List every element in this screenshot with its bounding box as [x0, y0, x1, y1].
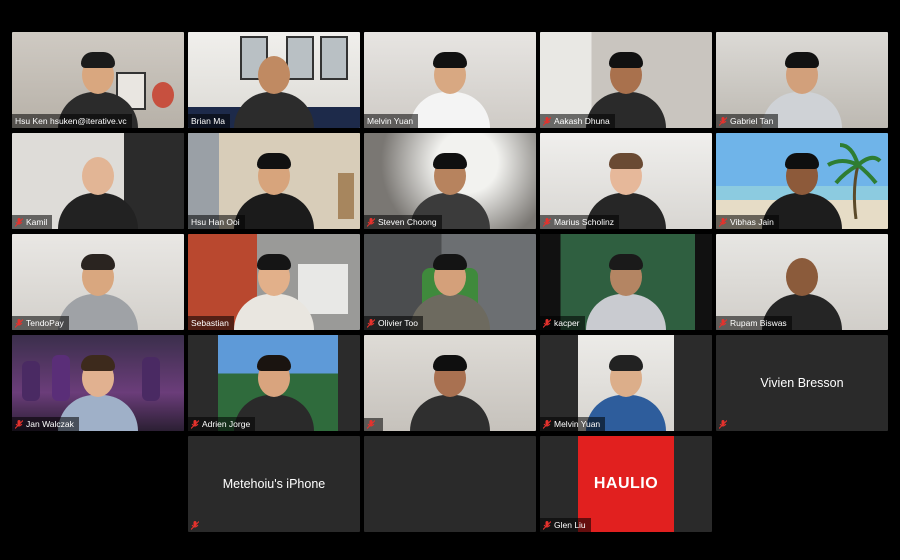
participant-name-label — [364, 418, 383, 431]
participant-tile[interactable]: Jan Walczak — [12, 335, 184, 431]
participant-tile[interactable]: Adrien Jorge — [188, 335, 360, 431]
participant-tile[interactable]: TendoPay — [12, 234, 184, 330]
mic-muted-icon — [15, 419, 23, 429]
participant-tile[interactable]: HAULIO Glen Liu — [540, 436, 712, 532]
mic-muted-icon — [543, 318, 551, 328]
participant-tile[interactable]: Melvin Yuan — [540, 335, 712, 431]
participant-name-label: Marius Scholinz — [540, 215, 619, 229]
mic-muted-icon — [15, 318, 23, 328]
participant-tile-video-off[interactable]: Metehoiu's iPhone — [188, 436, 360, 532]
mic-muted-icon — [191, 419, 199, 429]
participant-name-label: Aakash Dhuna — [540, 114, 615, 128]
participant-tile-video-off[interactable]: Vivien Bresson — [716, 335, 888, 431]
participant-name-label: Rupam Biswas — [716, 316, 792, 330]
participant-tile-active-speaker[interactable]: Hsu Han Ooi — [188, 133, 360, 229]
participant-tile[interactable]: kacper — [540, 234, 712, 330]
mic-muted-icon — [719, 420, 727, 429]
participant-tile[interactable]: Kamil — [12, 133, 184, 229]
participant-tile-video-off[interactable] — [364, 436, 536, 532]
participant-tile[interactable]: Gabriel Tan — [716, 32, 888, 128]
video-gallery-grid: Hsu Ken hsuken@iterative.vc Brian Ma Mel… — [0, 0, 900, 560]
participant-name-label: kacper — [540, 316, 585, 330]
mic-muted-icon — [367, 217, 375, 227]
participant-name-label: TendoPay — [12, 316, 69, 330]
participant-tile[interactable] — [364, 335, 536, 431]
participant-tile[interactable]: Melvin Yuan — [364, 32, 536, 128]
participant-name-label: Hsu Ken hsuken@iterative.vc — [12, 114, 132, 128]
participant-status-bar — [188, 519, 204, 532]
mic-muted-icon — [543, 217, 551, 227]
participant-name-label: Vibhas Jain — [716, 215, 779, 229]
participant-name-center: Vivien Bresson — [760, 376, 844, 390]
participant-tile[interactable]: Vibhas Jain — [716, 133, 888, 229]
mic-muted-icon — [543, 520, 551, 530]
participant-name-label: Kamil — [12, 215, 53, 229]
mic-muted-icon — [719, 318, 727, 328]
mic-muted-icon — [543, 116, 551, 126]
mic-muted-icon — [15, 217, 23, 227]
participant-tile[interactable]: Hsu Ken hsuken@iterative.vc — [12, 32, 184, 128]
participant-tile[interactable]: Sebastian — [188, 234, 360, 330]
participant-name-label: Melvin Yuan — [540, 417, 606, 431]
mic-muted-icon — [719, 217, 727, 227]
participant-name-label: Brian Ma — [188, 114, 231, 128]
participant-name-label: Jan Walczak — [12, 417, 79, 431]
participant-tile[interactable]: Olivier Too — [364, 234, 536, 330]
participant-tile[interactable]: Brian Ma — [188, 32, 360, 128]
participant-tile[interactable]: Marius Scholinz — [540, 133, 712, 229]
participant-tile[interactable]: Aakash Dhuna — [540, 32, 712, 128]
participant-status-bar — [716, 418, 732, 431]
participant-name-label: Hsu Han Ooi — [188, 215, 245, 229]
mic-muted-icon — [543, 419, 551, 429]
mic-muted-icon — [367, 420, 375, 429]
mic-muted-icon — [367, 318, 375, 328]
participant-name-label: Steven Choong — [364, 215, 442, 229]
haulio-logo: HAULIO — [578, 436, 674, 532]
video-feed — [364, 335, 536, 431]
participant-name-label: Glen Liu — [540, 518, 591, 532]
participant-name-label: Adrien Jorge — [188, 417, 256, 431]
participant-name-center: Metehoiu's iPhone — [222, 477, 326, 491]
participant-tile[interactable]: Rupam Biswas — [716, 234, 888, 330]
participant-tile[interactable]: Steven Choong — [364, 133, 536, 229]
participant-name-label: Gabriel Tan — [716, 114, 779, 128]
mic-muted-icon — [719, 116, 727, 126]
participant-name-label: Olivier Too — [364, 316, 423, 330]
participant-name-label: Sebastian — [188, 316, 234, 330]
mic-muted-icon — [191, 521, 199, 530]
participant-name-label: Melvin Yuan — [364, 114, 419, 128]
